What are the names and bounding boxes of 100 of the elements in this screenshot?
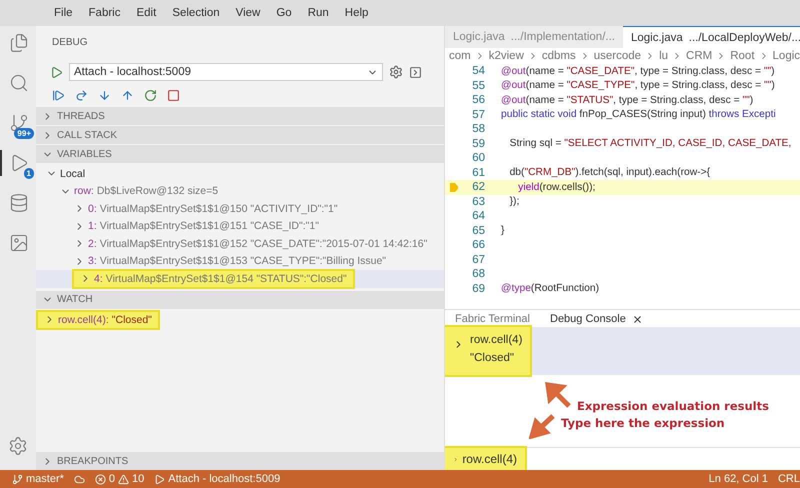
database-icon[interactable] bbox=[9, 193, 29, 213]
console-line: "Closed" bbox=[470, 351, 515, 366]
restart-icon[interactable] bbox=[144, 89, 157, 102]
variable-row[interactable]: 2: VirtualMap$EntrySet$1$1@152 "CASE_DATE":"2015-07-01 14:42:16" bbox=[36, 235, 444, 252]
variable-text: 1: VirtualMap$EntrySet$1$1@151 "CASE_ID":"1" bbox=[88, 220, 319, 232]
breadcrumb-item[interactable]: Root bbox=[730, 50, 755, 62]
continue-icon[interactable] bbox=[52, 89, 65, 102]
line-ending[interactable]: CRL bbox=[778, 473, 800, 485]
variable-row[interactable]: row: Db$LiveRow@132 size=5 bbox=[36, 182, 444, 200]
variable-text: 4: VirtualMap$EntrySet$1$1@154 "STATUS":"Closed" bbox=[94, 272, 347, 285]
callout-text: Type here the expression bbox=[561, 416, 725, 430]
line-number: 59 bbox=[471, 138, 485, 150]
panel-tab[interactable]: Fabric Terminal bbox=[455, 313, 530, 325]
code-text: yield(row.cells()); bbox=[517, 182, 596, 193]
watch-expression: row.cell(4): "Closed" bbox=[58, 314, 152, 326]
line-number: 65 bbox=[471, 224, 485, 237]
watch-row[interactable]: row.cell(4): "Closed" bbox=[36, 308, 444, 330]
step-out-icon[interactable] bbox=[121, 89, 134, 102]
line-number: 56 bbox=[471, 94, 485, 106]
section-header[interactable]: BREAKPOINTS bbox=[36, 452, 444, 470]
settings-icon[interactable] bbox=[389, 65, 403, 79]
code-text: @type(RootFunction) bbox=[501, 283, 600, 294]
line-number: 66 bbox=[471, 239, 485, 252]
code-text: } bbox=[501, 225, 504, 236]
step-over-icon[interactable] bbox=[75, 89, 88, 102]
breadcrumb-item[interactable]: Logic bbox=[772, 50, 800, 62]
code-text: String sql = "SELECT ACTIVITY_ID, CASE_ID, CASE_DATE, bbox=[508, 138, 792, 150]
warning-icon[interactable] bbox=[118, 474, 130, 484]
variable-text: 3: VirtualMap$EntrySet$1$1@153 "CASE_TYPE":"Billing Issue" bbox=[88, 255, 386, 268]
branch-name[interactable]: master* bbox=[26, 473, 64, 485]
scope-label: Local bbox=[60, 168, 86, 180]
editor-tab[interactable]: Logic.java .../LocalDeployWeb/... bbox=[622, 26, 800, 48]
section-header[interactable]: CALL STACK bbox=[36, 126, 444, 144]
step-into-icon[interactable] bbox=[98, 89, 111, 102]
variable-row[interactable]: Local bbox=[36, 165, 444, 182]
warning-count[interactable]: 10 bbox=[132, 473, 144, 485]
branch-icon[interactable] bbox=[12, 474, 23, 484]
menu-item[interactable]: Edit bbox=[128, 7, 164, 19]
count-badge: 1 bbox=[24, 168, 34, 179]
terminal-icon[interactable] bbox=[409, 66, 422, 78]
line-number: 62 bbox=[471, 181, 485, 194]
panel-tab[interactable]: Debug Console bbox=[550, 313, 643, 325]
line-number: 60 bbox=[471, 152, 485, 164]
line-number: 64 bbox=[471, 210, 485, 222]
code-text: @out(name = "STATUS", type = String.class, desc = "") bbox=[501, 94, 754, 106]
error-count[interactable]: 0 bbox=[108, 473, 116, 485]
breadcrumb-item[interactable]: com bbox=[449, 50, 471, 62]
code-text: db("CRM_DB").fetch(sql, input).each(row->{ bbox=[508, 167, 710, 178]
line-number: 57 bbox=[471, 108, 485, 121]
code-text: @out(name = "CASE_DATE", type = String.class, desc = "") bbox=[501, 66, 775, 77]
line-number: 68 bbox=[471, 268, 485, 280]
line-number: 55 bbox=[471, 80, 485, 92]
menu-item[interactable]: Selection bbox=[164, 7, 228, 19]
configuration-dropdown[interactable]: Attach - localhost:5009 bbox=[69, 63, 383, 81]
debug-target[interactable]: Attach - localhost:5009 bbox=[168, 473, 280, 485]
console-input[interactable]: row.cell(4) bbox=[445, 448, 525, 470]
breakpoint-marker-icon[interactable] bbox=[450, 182, 458, 192]
variable-row[interactable]: 4: VirtualMap$EntrySet$1$1@154 "STATUS":"Closed" bbox=[36, 270, 444, 288]
arrow-icon bbox=[529, 413, 557, 439]
cloud-icon[interactable] bbox=[74, 474, 85, 484]
image-icon[interactable] bbox=[9, 233, 29, 253]
variable-text: 2: VirtualMap$EntrySet$1$1@152 "CASE_DATE":"2015-07-01 14:42:16" bbox=[88, 238, 428, 250]
close-icon[interactable] bbox=[632, 314, 643, 324]
breadcrumb-item[interactable]: usercode bbox=[594, 50, 642, 62]
variable-row[interactable]: 3: VirtualMap$EntrySet$1$1@153 "CASE_TYPE":"Billing Issue" bbox=[36, 252, 444, 270]
section-header[interactable]: VARIABLES bbox=[36, 145, 444, 163]
breadcrumb-item[interactable]: cdbms bbox=[542, 50, 576, 62]
callout-text: Expression evaluation results bbox=[577, 399, 769, 413]
menu-item[interactable]: Fabric bbox=[80, 7, 128, 19]
menu-item[interactable]: View bbox=[228, 7, 268, 19]
line-number: 61 bbox=[471, 166, 485, 179]
variable-row[interactable]: 0: VirtualMap$EntrySet$1$1@150 "ACTIVITY_ID":"1" bbox=[36, 200, 444, 218]
stop-icon[interactable] bbox=[167, 89, 180, 102]
variable-text: row: Db$LiveRow@132 size=5 bbox=[74, 185, 218, 198]
console-line: row.cell(4) bbox=[470, 333, 522, 348]
line-number: 69 bbox=[471, 282, 485, 295]
variable-text: 0: VirtualMap$EntrySet$1$1@150 "ACTIVITY_ID":"1" bbox=[88, 202, 338, 215]
cursor-position[interactable]: Ln 62, Col 1 bbox=[708, 473, 768, 485]
error-icon[interactable] bbox=[94, 474, 106, 484]
section-header[interactable]: THREADS bbox=[36, 107, 444, 125]
menu-item[interactable]: File bbox=[46, 7, 81, 19]
line-number: 63 bbox=[471, 196, 485, 208]
line-number: 58 bbox=[471, 123, 485, 136]
settings-icon[interactable] bbox=[8, 436, 28, 456]
line-number: 67 bbox=[471, 254, 485, 266]
code-text: public static void fnPop_CASES(String input) throws Excepti bbox=[501, 109, 776, 120]
menu-item[interactable]: Run bbox=[300, 7, 337, 19]
breadcrumb-item[interactable]: lu bbox=[659, 50, 668, 62]
menu-item[interactable]: Help bbox=[336, 7, 376, 19]
arrow-icon bbox=[545, 382, 573, 408]
count-badge: 99+ bbox=[14, 128, 34, 139]
start-icon[interactable] bbox=[50, 66, 63, 78]
section-header[interactable]: WATCH bbox=[36, 290, 444, 308]
variable-row[interactable]: 1: VirtualMap$EntrySet$1$1@151 "CASE_ID":"1" bbox=[36, 218, 444, 235]
breadcrumb-item[interactable]: CRM bbox=[686, 50, 712, 62]
search-icon[interactable] bbox=[9, 73, 29, 93]
breadcrumb-item[interactable]: k2view bbox=[488, 50, 524, 62]
menu-item[interactable]: Go bbox=[268, 7, 300, 19]
files-icon[interactable] bbox=[9, 33, 29, 53]
code-text: @out(name = "CASE_TYPE", type = String.class, desc = "") bbox=[501, 80, 775, 92]
